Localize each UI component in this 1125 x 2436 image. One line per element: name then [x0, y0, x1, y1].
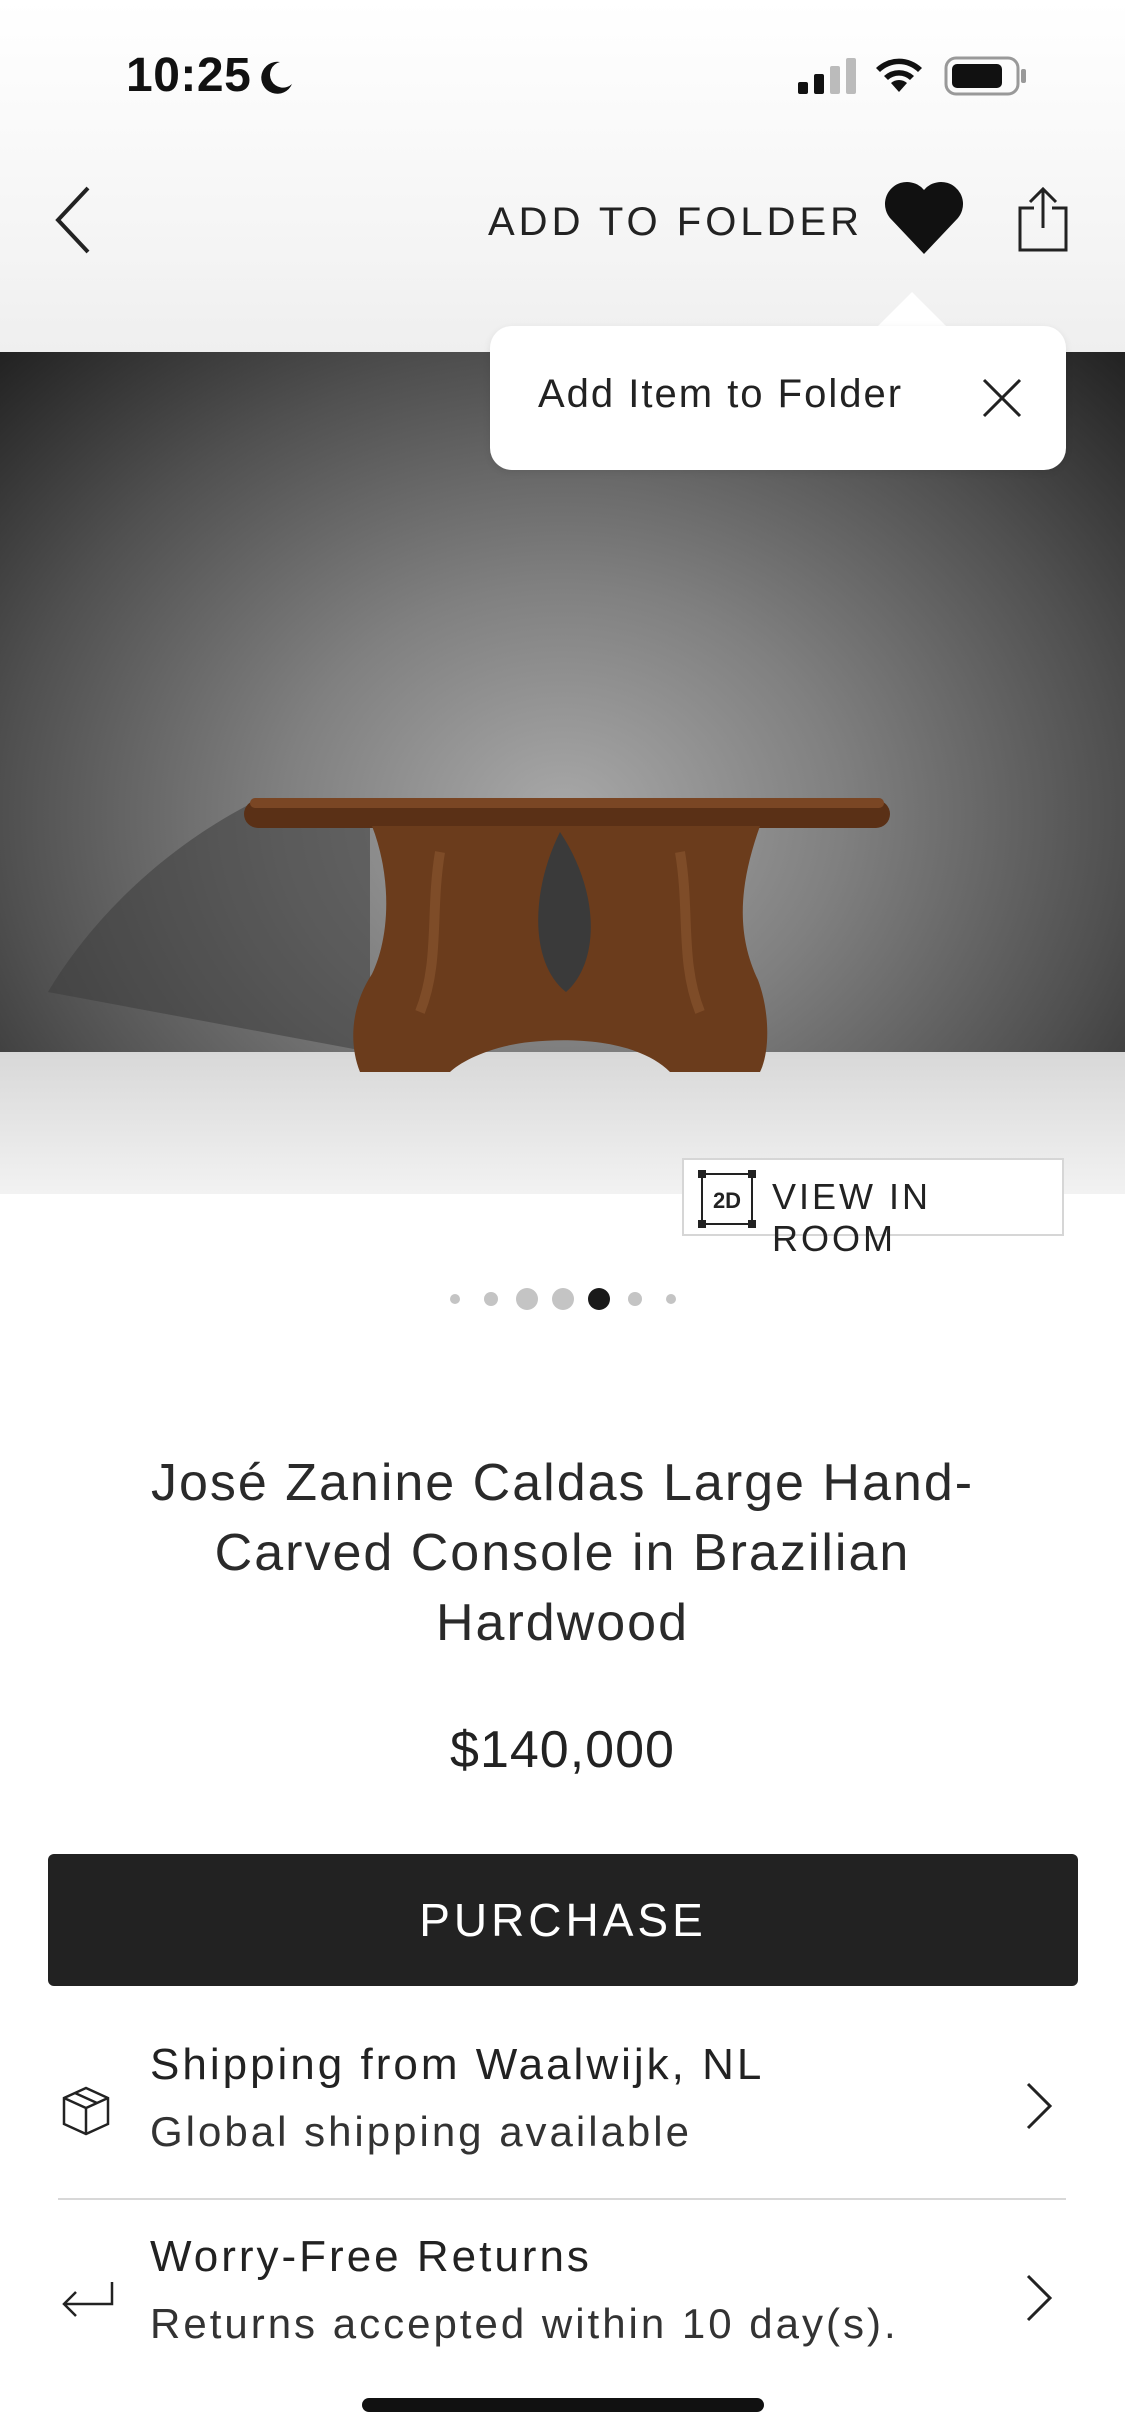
- product-title: José Zanine Caldas Large Hand-Carved Con…: [150, 1454, 975, 1652]
- carousel-dot[interactable]: [628, 1292, 642, 1306]
- back-icon[interactable]: [48, 182, 98, 258]
- status-time: 10:25: [126, 49, 252, 102]
- product-image[interactable]: [0, 352, 1125, 1194]
- add-to-folder-tooltip: Add Item to Folder: [490, 326, 1066, 470]
- carousel-dots[interactable]: [0, 1282, 1125, 1318]
- heart-icon[interactable]: [884, 180, 964, 256]
- shipping-title: Shipping from Waalwijk, NL: [150, 2040, 765, 2089]
- carousel-dot[interactable]: [516, 1288, 538, 1310]
- shipping-row[interactable]: Shipping from Waalwijk, NL Global shippi…: [0, 2022, 1125, 2202]
- box-icon: [62, 2086, 110, 2136]
- return-arrow-icon: [62, 2282, 114, 2317]
- returns-row[interactable]: Worry-Free Returns Returns accepted with…: [0, 2214, 1125, 2394]
- share-icon[interactable]: [1016, 186, 1070, 254]
- add-to-folder-button[interactable]: ADD TO FOLDER: [488, 200, 863, 245]
- returns-subtitle: Returns accepted within 10 day(s).: [150, 2300, 899, 2347]
- product-price: $140,000: [450, 1721, 675, 1779]
- 2d-icon: 2D: [698, 1170, 756, 1228]
- carousel-dot-active[interactable]: [588, 1288, 610, 1310]
- carousel-dot[interactable]: [484, 1292, 498, 1306]
- tooltip-arrow: [876, 292, 948, 328]
- view-in-room-button[interactable]: 2D VIEW IN ROOM: [682, 1158, 1064, 1259]
- tooltip-text: Add Item to Folder: [538, 372, 904, 416]
- battery-icon: [944, 56, 1026, 96]
- wifi-icon: [876, 58, 922, 92]
- carousel-dot[interactable]: [450, 1294, 460, 1304]
- returns-title: Worry-Free Returns: [150, 2232, 592, 2281]
- chevron-right-icon: [1026, 2274, 1053, 2322]
- home-indicator[interactable]: [362, 2398, 764, 2412]
- console-illustration: [48, 798, 890, 1072]
- close-icon[interactable]: [980, 376, 1024, 420]
- signal-icon: [798, 58, 856, 94]
- purchase-button[interactable]: PURCHASE: [48, 1854, 1078, 1986]
- moon-icon: [261, 61, 292, 94]
- view-in-room-badge: 2D: [713, 1188, 741, 1213]
- view-in-room-label: VIEW IN ROOM: [772, 1176, 932, 1259]
- divider: [58, 2198, 1066, 2200]
- shipping-subtitle: Global shipping available: [150, 2108, 692, 2155]
- carousel-dot[interactable]: [666, 1294, 676, 1304]
- status-bar: 10:25: [0, 0, 1125, 150]
- carousel-dot[interactable]: [552, 1288, 574, 1310]
- chevron-right-icon: [1026, 2082, 1053, 2130]
